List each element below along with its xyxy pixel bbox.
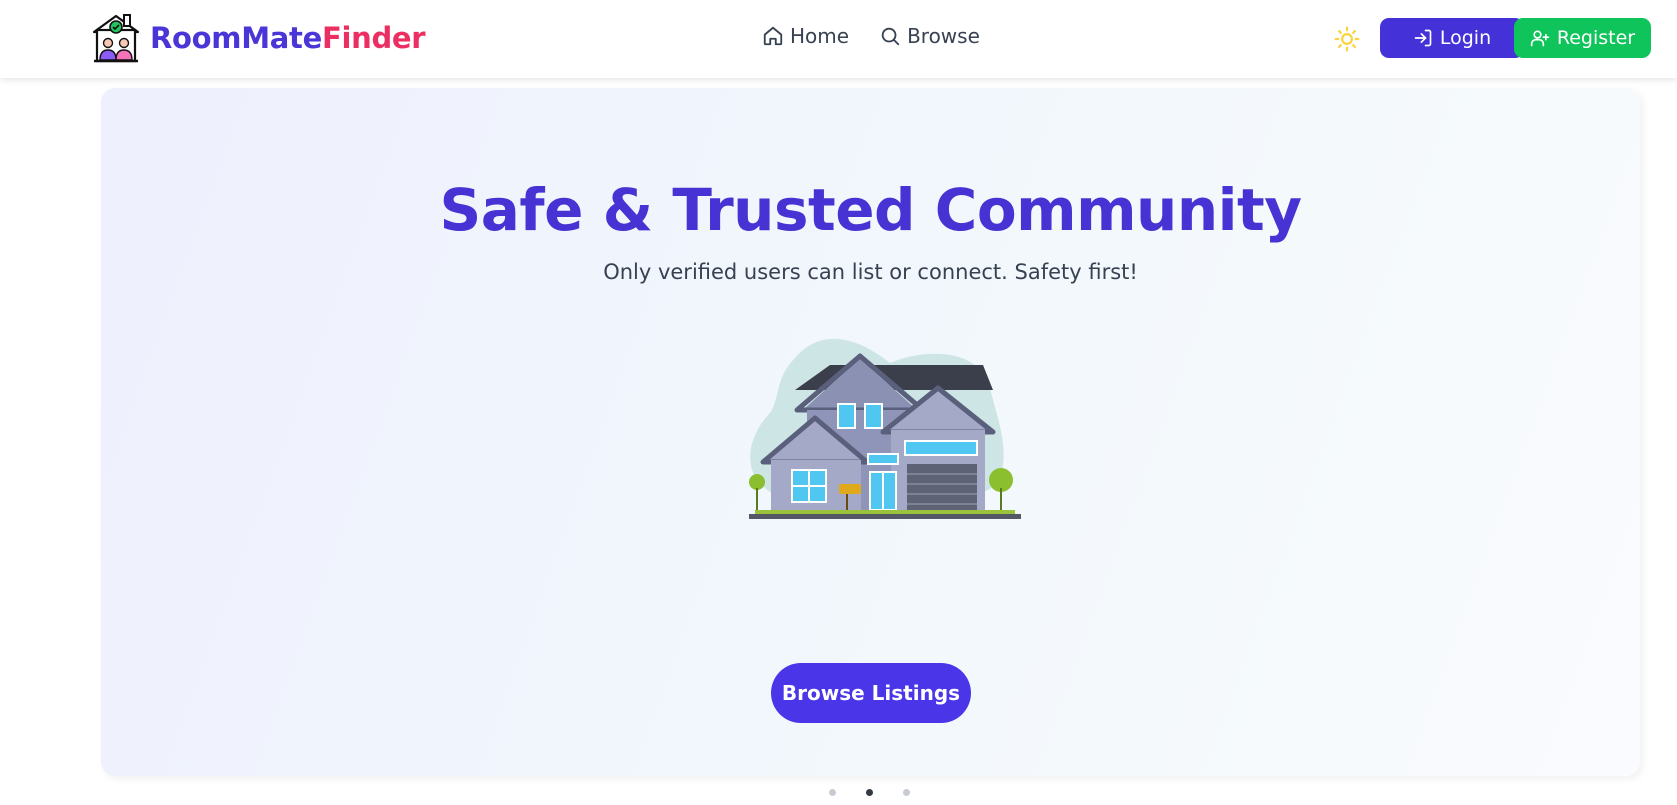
- brand-logo-link[interactable]: RoomMateFinder: [90, 12, 426, 64]
- nav-browse-link[interactable]: Browse: [879, 24, 980, 48]
- sun-icon[interactable]: [1334, 26, 1360, 52]
- brand-name: RoomMateFinder: [150, 21, 426, 55]
- search-icon: [881, 27, 900, 46]
- navbar: RoomMateFinder Home Browse Login Registe…: [0, 0, 1677, 78]
- nav-browse-label: Browse: [907, 24, 980, 48]
- house-illustration: [749, 338, 1021, 519]
- nav-home-label: Home: [790, 24, 850, 48]
- login-button[interactable]: Login: [1380, 18, 1524, 58]
- carousel-dot-3[interactable]: [903, 789, 910, 796]
- login-icon: [1414, 29, 1432, 47]
- main-nav: Home Browse: [762, 24, 980, 48]
- carousel-dot-1[interactable]: [829, 789, 836, 796]
- brand-name-part1: RoomMate: [150, 21, 322, 55]
- brand-name-part2: Finder: [321, 21, 426, 55]
- login-label: Login: [1439, 27, 1492, 49]
- browse-listings-button[interactable]: Browse Listings: [771, 663, 971, 723]
- user-plus-icon: [1530, 30, 1550, 47]
- house-logo-icon: [92, 14, 140, 63]
- carousel-indicators: [829, 789, 910, 796]
- hero-slide: Safe & Trusted Community Only verified u…: [101, 88, 1640, 776]
- hero-title: Safe & Trusted Community: [439, 176, 1302, 244]
- carousel-dot-2[interactable]: [866, 789, 873, 796]
- nav-home-link[interactable]: Home: [762, 24, 849, 48]
- register-button[interactable]: Register: [1514, 18, 1651, 58]
- home-icon: [763, 26, 783, 46]
- register-label: Register: [1556, 27, 1636, 49]
- hero-subtitle: Only verified users can list or connect.…: [603, 260, 1138, 284]
